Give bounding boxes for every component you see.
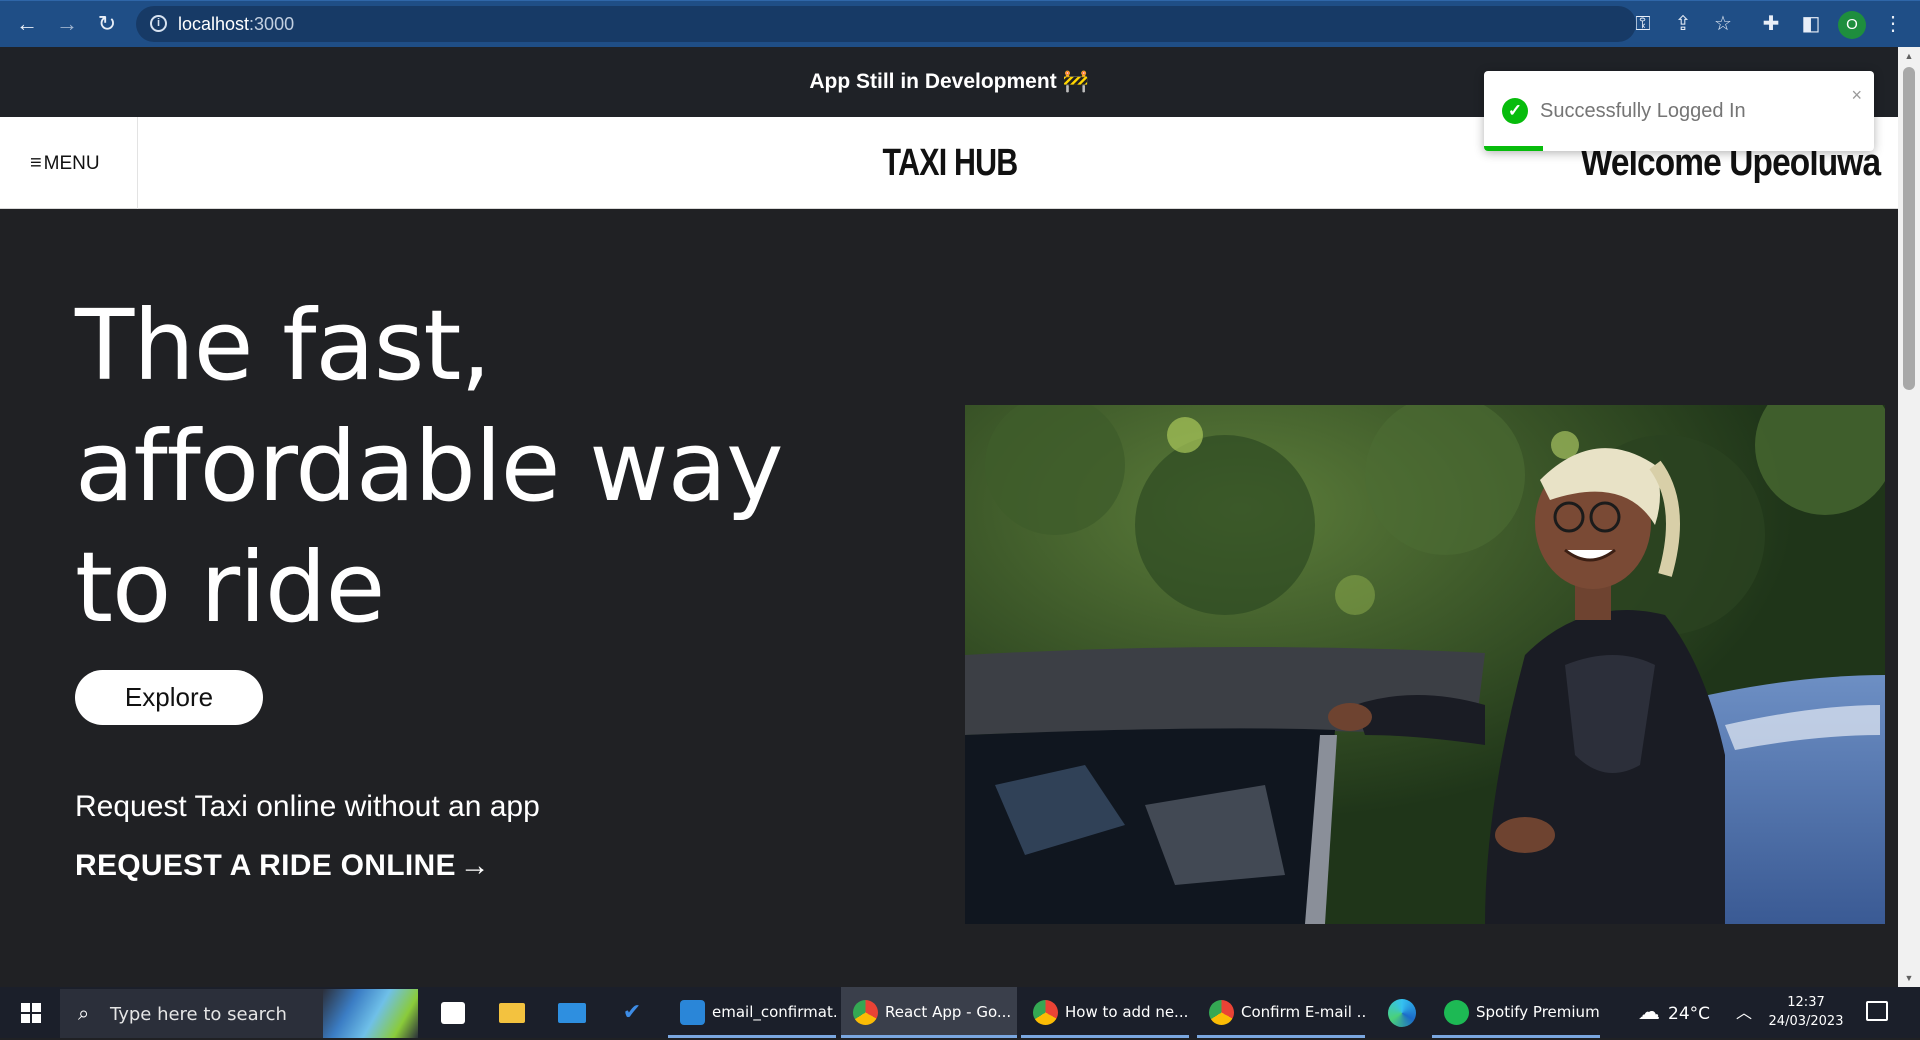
woman-at-car-illustration xyxy=(965,405,1885,924)
headline-line: The fast, xyxy=(75,289,491,402)
hero-headline: The fast, affordable way to ride xyxy=(75,285,795,648)
back-arrow-icon[interactable]: ← xyxy=(14,11,40,37)
request-ride-label: REQUEST A RIDE ONLINE xyxy=(75,849,456,882)
edge-icon[interactable] xyxy=(1374,987,1430,1038)
menu-label: MENU xyxy=(43,153,100,174)
arrow-right-icon: → xyxy=(459,849,491,882)
weather-temperature: 24°C xyxy=(1668,1004,1711,1024)
share-icon[interactable]: ⇪ xyxy=(1670,11,1696,37)
close-icon[interactable]: × xyxy=(1851,85,1862,106)
request-ride-link[interactable]: REQUEST A RIDE ONLINE → xyxy=(75,849,490,883)
cloud-icon: ☁ xyxy=(1638,1000,1660,1025)
taskbar-app-label: Spotify Premium xyxy=(1476,1003,1600,1021)
scrollbar-thumb[interactable] xyxy=(1903,67,1915,390)
vscode-icon xyxy=(680,1000,705,1025)
success-toast: ✓ Successfully Logged In × xyxy=(1484,71,1874,151)
toast-message: Successfully Logged In xyxy=(1540,100,1746,122)
url-text[interactable]: localhost:3000 xyxy=(178,14,294,35)
page-viewport: App Still in Development 🚧 ≡ MENU TAXI HU… xyxy=(0,47,1898,987)
todo-icon[interactable]: ✔ xyxy=(604,987,660,1038)
taskbar-app-label: React App - Go... xyxy=(885,1003,1012,1021)
info-icon[interactable]: i xyxy=(150,15,167,32)
forward-arrow-icon[interactable]: → xyxy=(54,11,80,37)
taskbar-app-label: Confirm E-mail ... xyxy=(1241,1003,1365,1021)
mail-icon[interactable] xyxy=(544,987,600,1038)
browser-toolbar: ← → ↻ i localhost:3000 ⚿ ⇪ ☆ ✚ ◧ O ⋮ xyxy=(0,0,1920,47)
check-circle-icon: ✓ xyxy=(1502,98,1528,124)
store-icon[interactable] xyxy=(425,987,481,1038)
search-icon: ⌕ xyxy=(78,1001,90,1025)
taskbar-app-chrome-confirm[interactable]: Confirm E-mail ... xyxy=(1197,987,1365,1038)
scroll-down-arrow-icon[interactable]: ▼ xyxy=(1903,973,1915,983)
chrome-icon xyxy=(1209,1000,1234,1025)
scroll-up-arrow-icon[interactable]: ▲ xyxy=(1903,51,1915,61)
start-button[interactable] xyxy=(0,987,60,1038)
taskbar-app-chrome-react[interactable]: React App - Go... xyxy=(841,987,1017,1038)
extensions-icon[interactable]: ✚ xyxy=(1758,11,1784,37)
toast-progress-bar xyxy=(1484,146,1543,151)
windows-taskbar: ⌕ Type here to search ✔ email_confirmat.… xyxy=(0,987,1920,1038)
menu-button[interactable]: ≡ MENU xyxy=(0,117,138,209)
headline-line: to ride xyxy=(75,531,385,644)
reload-icon[interactable]: ↻ xyxy=(94,11,120,37)
profile-avatar[interactable]: O xyxy=(1838,11,1866,39)
taskbar-app-vscode[interactable]: email_confirmat... xyxy=(668,987,836,1038)
star-icon[interactable]: ☆ xyxy=(1710,11,1736,37)
search-highlight-image xyxy=(323,989,418,1038)
chrome-icon xyxy=(853,1000,878,1025)
kebab-menu-icon[interactable]: ⋮ xyxy=(1880,11,1906,37)
key-icon[interactable]: ⚿ xyxy=(1630,11,1656,37)
windows-logo-icon xyxy=(21,1003,41,1023)
taskbar-app-chrome-how-to[interactable]: How to add ne... xyxy=(1021,987,1189,1038)
search-placeholder: Type here to search xyxy=(110,1004,287,1025)
clock-time: 12:37 xyxy=(1787,995,1825,1010)
taskbar-app-spotify[interactable]: Spotify Premium xyxy=(1432,987,1600,1038)
clock-date: 24/03/2023 xyxy=(1768,1014,1844,1029)
side-panel-icon[interactable]: ◧ xyxy=(1798,11,1824,37)
hero-subtitle: Request Taxi online without an app xyxy=(75,790,540,823)
spotify-icon xyxy=(1444,1000,1469,1025)
taskbar-app-label: How to add ne... xyxy=(1065,1003,1189,1021)
file-explorer-icon[interactable] xyxy=(484,987,540,1038)
headline-line: affordable way xyxy=(75,410,784,523)
notification-icon[interactable] xyxy=(1866,1001,1888,1021)
taskbar-app-label: email_confirmat... xyxy=(712,1003,836,1021)
address-bar[interactable]: i localhost:3000 xyxy=(136,6,1636,42)
hero-section: The fast, affordable way to ride Explore… xyxy=(0,209,1898,987)
page-scrollbar[interactable]: ▲ ▼ xyxy=(1898,47,1920,987)
explore-button[interactable]: Explore xyxy=(75,670,263,725)
chevron-up-icon[interactable]: ︿ xyxy=(1736,987,1752,1038)
hero-image xyxy=(965,405,1885,924)
weather-widget[interactable]: ☁ 24°C xyxy=(1638,987,1710,1038)
hamburger-icon: ≡ xyxy=(30,152,42,174)
taskbar-search[interactable]: ⌕ Type here to search xyxy=(60,989,418,1038)
chrome-icon xyxy=(1033,1000,1058,1025)
site-logo[interactable]: TAXI HUB xyxy=(790,117,1110,209)
system-clock[interactable]: 12:37 24/03/2023 xyxy=(1768,993,1844,1031)
